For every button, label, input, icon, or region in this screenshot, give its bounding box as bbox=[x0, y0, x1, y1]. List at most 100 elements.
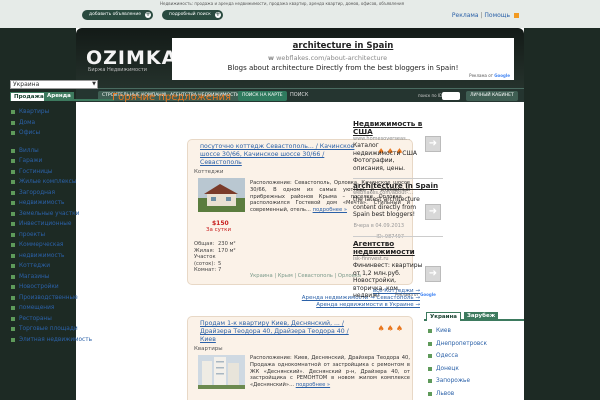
left-category-item[interactable]: Коттеджи bbox=[10, 261, 114, 272]
offer-title[interactable]: Продам 1-к квартиру Киев, Деснянский, ..… bbox=[200, 320, 365, 344]
tab-sale[interactable]: Продажа bbox=[10, 92, 48, 101]
country-select[interactable]: Украина ▼ bbox=[10, 80, 98, 89]
left-category-item[interactable]: Гостиницы bbox=[10, 167, 114, 178]
logo-subtitle: Биржа Недвижимости bbox=[88, 67, 147, 73]
region-item[interactable]: Запорожье bbox=[424, 375, 524, 388]
arrow-right-icon[interactable]: ➜ bbox=[425, 204, 441, 220]
spec-value: 170 м² bbox=[218, 247, 236, 254]
category-label: Элитная недвижимость bbox=[19, 336, 93, 343]
left-category-item[interactable]: Магазины bbox=[10, 272, 114, 283]
offer-photo[interactable] bbox=[198, 178, 245, 212]
left-category-item[interactable]: недвижимость bbox=[10, 198, 114, 209]
tab-abroad[interactable]: Зарубеж bbox=[464, 312, 499, 321]
more-link[interactable]: подробнее » bbox=[313, 207, 347, 213]
right-ad-2[interactable]: architecture in Spain webflakes.com/abou… bbox=[353, 182, 443, 220]
divider bbox=[353, 236, 443, 237]
tab-rent[interactable]: Аренда bbox=[44, 92, 74, 101]
header-ad[interactable]: architecture in Spain w webflakes.com/ab… bbox=[172, 38, 514, 80]
bullet-icon bbox=[11, 131, 15, 135]
ads-brand: Google bbox=[494, 73, 510, 78]
plus-icon: + bbox=[145, 11, 152, 18]
left-category-item[interactable]: Дома bbox=[10, 118, 114, 129]
cabinet-button[interactable]: ЛИЧНЫЙ КАБИНЕТ bbox=[466, 91, 518, 101]
add-ad-button[interactable]: добавить объявление + bbox=[82, 10, 154, 20]
left-category-item[interactable]: Торговые площади bbox=[10, 324, 114, 335]
search-id-input[interactable] bbox=[442, 92, 460, 100]
related-link-ukraine[interactable]: Аренда недвижимости в Украине → bbox=[280, 302, 420, 309]
category-label: Загородная bbox=[19, 189, 55, 196]
region-item[interactable]: Львов bbox=[424, 388, 524, 400]
bullet-icon bbox=[11, 169, 15, 174]
offer-title[interactable]: посуточно коттедж Севастополь... / Качин… bbox=[200, 143, 365, 167]
hot-offers-heading: Горячие предложения bbox=[112, 92, 231, 103]
spec-value: 7 bbox=[218, 267, 222, 273]
tab-ukraine[interactable]: Украина bbox=[426, 312, 461, 321]
left-category-item[interactable]: Элитная недвижимость bbox=[10, 335, 114, 346]
left-category-item[interactable]: Жилые комплексы bbox=[10, 177, 114, 188]
left-category-item[interactable]: Офисы bbox=[10, 128, 114, 139]
more-link[interactable]: подробнее » bbox=[296, 382, 330, 388]
ad-title[interactable]: architecture in Spain bbox=[172, 41, 514, 51]
site-logo[interactable]: OZIMKA bbox=[86, 47, 177, 69]
left-category-item[interactable]: Земельные участки bbox=[10, 209, 114, 220]
left-category-item[interactable]: Коммерческая bbox=[10, 240, 114, 251]
region-label: Львов bbox=[436, 390, 455, 397]
ad-text: Blogs about architecture Directly from t… bbox=[227, 64, 459, 72]
right-ad-title[interactable]: architecture in Spain bbox=[353, 182, 443, 190]
ads-by-label: Реклама от bbox=[395, 292, 419, 297]
region-item[interactable]: Киев bbox=[424, 325, 524, 338]
region-item[interactable]: Днепропетровск bbox=[424, 338, 524, 351]
left-category-item[interactable]: Производственные bbox=[10, 293, 114, 304]
category-label: недвижимость bbox=[19, 200, 65, 206]
webflakes-icon: w bbox=[268, 54, 275, 62]
left-category-item[interactable]: Квартиры bbox=[10, 107, 114, 118]
region-item[interactable]: Донецк bbox=[424, 363, 524, 376]
left-category-item[interactable]: проекты bbox=[10, 230, 114, 241]
bullet-icon bbox=[11, 159, 15, 163]
offer-card-2[interactable]: Продам 1-к квартиру Киев, Деснянский, ..… bbox=[187, 316, 413, 400]
left-category-item[interactable]: Рестораны bbox=[10, 314, 114, 325]
left-category-item[interactable]: Гаражи bbox=[10, 156, 114, 167]
bullet-icon bbox=[11, 306, 15, 310]
arrow-right-icon[interactable]: ➜ bbox=[425, 266, 441, 282]
ads-link[interactable]: Реклама bbox=[452, 12, 479, 19]
left-category-item[interactable]: Новостройки bbox=[10, 282, 114, 293]
category-label: Виллы bbox=[19, 147, 39, 154]
bullet-icon bbox=[11, 327, 15, 331]
right-ad-title[interactable]: Недвижимость в США bbox=[353, 120, 443, 136]
hot-flames-icon: ♠♠♠ bbox=[377, 324, 405, 333]
help-link[interactable]: Помощь bbox=[484, 12, 510, 19]
ads-by-google[interactable]: Реклама от Google bbox=[395, 292, 436, 297]
right-ad-3[interactable]: Агентство недвижимости isk-finnvest.ru Ф… bbox=[353, 240, 443, 300]
ads-by-google[interactable]: Реклама от Google bbox=[469, 73, 510, 78]
category-label: Новостройки bbox=[19, 284, 59, 290]
site-tagline: Недвижимость: продажа и аренда недвижимо… bbox=[160, 1, 405, 6]
region-item[interactable]: Одесса bbox=[424, 350, 524, 363]
advanced-search-button[interactable]: подробный поиск + bbox=[162, 10, 223, 20]
arrow-right-icon[interactable]: ➜ bbox=[425, 136, 441, 152]
offer-photo[interactable] bbox=[198, 355, 245, 389]
price-period: За сутки bbox=[206, 227, 232, 233]
ads-by-label: Реклама от bbox=[469, 73, 493, 78]
plus-icon: + bbox=[214, 11, 221, 18]
left-sidebar: Украина ▼ Продажа Аренда Квартиры Дома Офис… bbox=[10, 80, 114, 345]
offer-category: Квартиры bbox=[194, 346, 223, 352]
rss-icon[interactable] bbox=[514, 13, 519, 18]
offer-date: Вчера в 04.09.2013 bbox=[353, 223, 404, 229]
left-category-item[interactable]: Инвестиционные bbox=[10, 219, 114, 230]
left-category-item[interactable]: Виллы bbox=[10, 146, 114, 157]
category-label: Земельные участки bbox=[19, 210, 80, 217]
left-category-item[interactable]: Загородная bbox=[10, 188, 114, 199]
left-category-item[interactable]: недвижимость bbox=[10, 251, 114, 262]
list-gap bbox=[10, 139, 114, 146]
left-category-item[interactable]: помещения bbox=[10, 303, 114, 314]
category-label: Гаражи bbox=[19, 158, 43, 164]
bullet-icon bbox=[11, 337, 15, 342]
right-ad-1[interactable]: Недвижимость в США www.homesoverseas... … bbox=[353, 120, 443, 172]
bullet-icon bbox=[11, 201, 15, 205]
offer-location[interactable]: Украина | Крым | Севастополь | Орловка bbox=[250, 273, 361, 279]
category-label: Торговые площади bbox=[19, 326, 78, 332]
bullet-icon bbox=[11, 285, 15, 289]
advanced-search-label: подробный поиск bbox=[169, 12, 211, 17]
right-ad-title[interactable]: Агентство недвижимости bbox=[353, 240, 443, 256]
